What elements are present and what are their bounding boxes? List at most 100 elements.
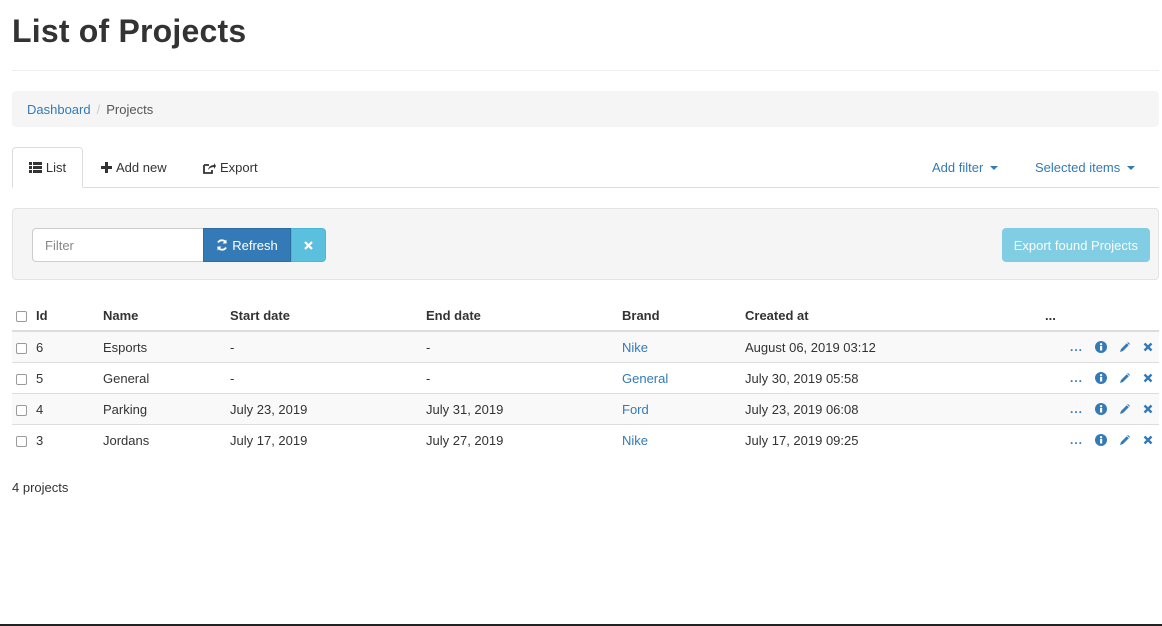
selected-items-dropdown[interactable]: Selected items (1035, 147, 1136, 188)
projects-table: Id Name Start date End date Brand Create… (12, 301, 1159, 455)
add-filter-dropdown[interactable]: Add filter (932, 147, 999, 188)
cell-start-date: - (230, 362, 426, 394)
selected-items-label: Selected items (1035, 160, 1121, 175)
header-actions: ... (1045, 301, 1159, 332)
clear-filter-button[interactable] (291, 228, 326, 262)
brand-link[interactable]: Nike (622, 433, 648, 448)
tab-bar: List Add new Export Add filter Selected … (12, 147, 1159, 188)
cell-id: 6 (12, 330, 103, 363)
breadcrumb-separator: / (96, 101, 101, 117)
tab-export[interactable]: Export (203, 147, 258, 188)
cell-brand: General (622, 362, 745, 394)
header-brand[interactable]: Brand (622, 301, 745, 332)
close-icon[interactable] (1143, 342, 1153, 352)
refresh-label: Refresh (232, 237, 278, 253)
cell-name: Jordans (103, 424, 230, 455)
page-title: List of Projects (12, 13, 247, 49)
row-checkbox[interactable] (16, 342, 27, 354)
plus-icon (101, 162, 112, 173)
header-id: Id (12, 301, 103, 332)
filter-panel: Refresh Export found Projects (12, 208, 1159, 280)
export-found-button[interactable]: Export found Projects (1001, 228, 1150, 262)
refresh-button[interactable]: Refresh (203, 228, 291, 262)
cell-actions: ... (1045, 362, 1159, 394)
table-row: 6 Esports - - Nike August 06, 2019 03:12... (12, 330, 1159, 363)
row-id: 6 (36, 339, 44, 355)
cell-end-date: July 27, 2019 (426, 424, 622, 455)
more-actions-button[interactable]: ... (1070, 433, 1083, 447)
cell-start-date: July 23, 2019 (230, 393, 426, 425)
info-icon[interactable] (1095, 434, 1107, 446)
share-icon (203, 162, 216, 174)
cell-id: 5 (12, 362, 103, 394)
pencil-icon[interactable] (1119, 403, 1131, 415)
brand-link[interactable]: Ford (622, 402, 649, 417)
table-header-row: Id Name Start date End date Brand Create… (12, 301, 1159, 332)
cell-name: Esports (103, 330, 230, 363)
caret-down-icon (1127, 165, 1136, 170)
table-row: 5 General - - General July 30, 2019 05:58... (12, 362, 1159, 394)
cell-id: 3 (12, 424, 103, 455)
cell-actions: ... (1045, 330, 1159, 363)
cell-name: Parking (103, 393, 230, 425)
pencil-icon[interactable] (1119, 341, 1131, 353)
cell-brand: Ford (622, 393, 745, 425)
cell-id: 4 (12, 393, 103, 425)
caret-down-icon (990, 165, 999, 170)
refresh-icon (216, 239, 228, 251)
row-checkbox[interactable] (16, 435, 27, 447)
close-icon (304, 237, 313, 253)
more-actions-button[interactable]: ... (1070, 402, 1083, 416)
cell-actions: ... (1045, 393, 1159, 425)
header-start-date[interactable]: Start date (230, 301, 426, 332)
cell-created-at: July 30, 2019 05:58 (745, 362, 1045, 394)
result-count: 4 projects (12, 480, 69, 495)
cell-start-date: July 17, 2019 (230, 424, 426, 455)
brand-link[interactable]: Nike (622, 340, 648, 355)
close-icon[interactable] (1143, 373, 1153, 383)
pencil-icon[interactable] (1119, 434, 1131, 446)
table-row: 4 Parking July 23, 2019 July 31, 2019 Ford Ju… (12, 393, 1159, 425)
breadcrumb: Dashboard / Projects (12, 91, 1159, 127)
table-row: 3 Jordans July 17, 2019 July 27, 2019 Nike Ju… (12, 424, 1159, 455)
title-divider (12, 70, 1159, 71)
select-all-checkbox[interactable] (16, 311, 27, 323)
row-id: 4 (36, 401, 44, 417)
cell-name: General (103, 362, 230, 394)
cell-brand: Nike (622, 330, 745, 363)
breadcrumb-current: Projects (106, 101, 154, 117)
tab-list[interactable]: List (12, 147, 83, 188)
info-icon[interactable] (1095, 403, 1107, 415)
cell-created-at: July 17, 2019 09:25 (745, 424, 1045, 455)
cell-created-at: August 06, 2019 03:12 (745, 330, 1045, 363)
cell-end-date: - (426, 362, 622, 394)
list-icon (28, 162, 42, 173)
info-icon[interactable] (1095, 341, 1107, 353)
header-name[interactable]: Name (103, 301, 230, 332)
pencil-icon[interactable] (1119, 372, 1131, 384)
tab-export-label: Export (220, 160, 258, 175)
add-filter-label: Add filter (932, 160, 984, 175)
filter-input[interactable] (32, 228, 203, 262)
row-checkbox[interactable] (16, 373, 27, 385)
header-end-date[interactable]: End date (426, 301, 622, 332)
row-checkbox[interactable] (16, 404, 27, 416)
close-icon[interactable] (1143, 404, 1153, 414)
cell-brand: Nike (622, 424, 745, 455)
info-icon[interactable] (1095, 372, 1107, 384)
cell-end-date: July 31, 2019 (426, 393, 622, 425)
cell-created-at: July 23, 2019 06:08 (745, 393, 1045, 425)
more-actions-button[interactable]: ... (1070, 371, 1083, 385)
row-id: 3 (36, 432, 44, 448)
row-id: 5 (36, 370, 44, 386)
breadcrumb-dashboard-link[interactable]: Dashboard (27, 102, 91, 117)
close-icon[interactable] (1143, 435, 1153, 445)
cell-end-date: - (426, 330, 622, 363)
tab-add-new-label: Add new (116, 160, 167, 175)
tab-add-new[interactable]: Add new (101, 147, 167, 188)
tab-list-label: List (45, 160, 67, 175)
brand-link[interactable]: General (622, 371, 668, 386)
more-actions-button[interactable]: ... (1070, 340, 1083, 354)
cell-actions: ... (1045, 424, 1159, 455)
header-created-at[interactable]: Created at (745, 301, 1045, 332)
